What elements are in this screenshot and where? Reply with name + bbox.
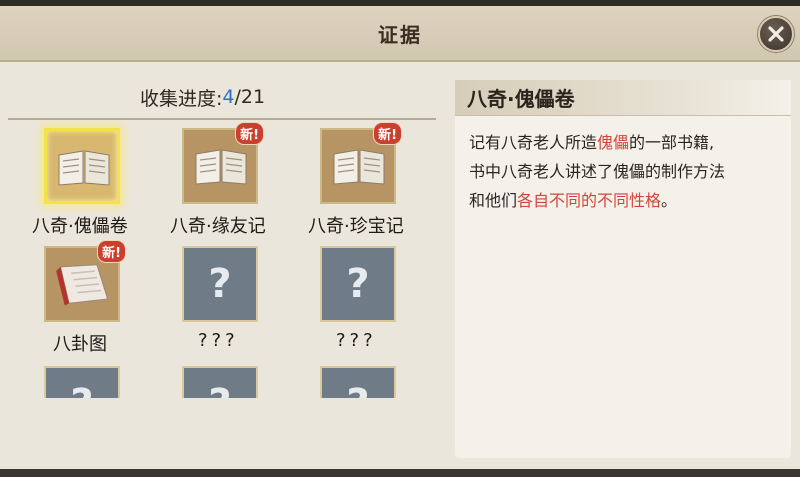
detail-line-3: 和他们各自不同的不同性格。 (469, 186, 785, 215)
question-mark-icon: ? (322, 368, 394, 398)
progress-label: 收集进度: (140, 87, 223, 110)
progress-current: 4 (222, 86, 235, 108)
evidence-label: 八卦图 (53, 334, 107, 355)
book-icon (58, 150, 110, 186)
evidence-slot[interactable]: 新! (44, 240, 126, 322)
detail-highlight: 傀儡 (597, 133, 630, 152)
detail-text-segment: 的一部书籍, (629, 133, 715, 152)
evidence-slot[interactable]: ? (44, 366, 120, 398)
detail-text-segment: 和他们 (469, 191, 518, 210)
bagua-chart-icon (56, 264, 109, 306)
detail-description: 记有八奇老人所造傀儡的一部书籍, 书中八奇老人讲述了傀儡的制作方法 和他们各自不… (469, 128, 785, 215)
progress-total: /21 (234, 86, 266, 108)
new-badge: 新! (235, 122, 264, 145)
book-icon (333, 149, 385, 185)
evidence-panel: 证据 收集进度: 4 /21 八奇·傀儡卷 新! 八奇·缘友记 新! 八奇·珍宝记 新! 八… (0, 6, 800, 469)
close-icon (768, 26, 784, 42)
evidence-slot[interactable]: ? (182, 246, 258, 322)
panel-header: 证据 (0, 6, 800, 62)
question-mark-icon: ? (208, 261, 232, 307)
evidence-label: 八奇·缘友记 (170, 216, 266, 237)
new-badge: 新! (97, 240, 126, 263)
detail-title: 八奇·傀儡卷 (455, 80, 791, 116)
new-badge: 新! (373, 122, 402, 145)
evidence-label: 八奇·傀儡卷 (32, 216, 128, 237)
evidence-label: 八奇·珍宝记 (308, 216, 404, 237)
evidence-label: ??? (198, 330, 239, 351)
detail-panel: 八奇·傀儡卷 记有八奇老人所造傀儡的一部书籍, 书中八奇老人讲述了傀儡的制作方法… (455, 80, 791, 458)
collection-progress: 收集进度: 4 /21 (140, 84, 265, 110)
detail-text-segment: 记有八奇老人所造 (469, 133, 598, 152)
question-mark-icon: ? (346, 261, 370, 307)
evidence-slot[interactable] (44, 128, 120, 204)
evidence-slot[interactable]: ? (320, 366, 396, 398)
evidence-slot[interactable]: 新! (182, 122, 264, 204)
book-icon (195, 149, 247, 185)
evidence-grid: 八奇·傀儡卷新!八奇·缘友记新!八奇·珍宝记新!八卦图??????????? (0, 120, 444, 398)
detail-line-2: 书中八奇老人讲述了傀儡的制作方法 (469, 162, 726, 181)
close-button[interactable] (758, 16, 794, 52)
question-mark-icon: ? (46, 368, 118, 398)
detail-highlight: 各自不同的不同性格 (517, 191, 662, 210)
detail-text-segment: 。 (661, 191, 678, 210)
evidence-slot[interactable]: ? (182, 366, 258, 398)
evidence-slot[interactable]: 新! (320, 122, 402, 204)
question-mark-icon: ? (184, 368, 256, 398)
panel-title: 证据 (378, 22, 422, 47)
detail-line-1: 记有八奇老人所造傀儡的一部书籍, (469, 128, 785, 157)
evidence-slot[interactable]: ? (320, 246, 396, 322)
evidence-label: ??? (336, 330, 377, 351)
